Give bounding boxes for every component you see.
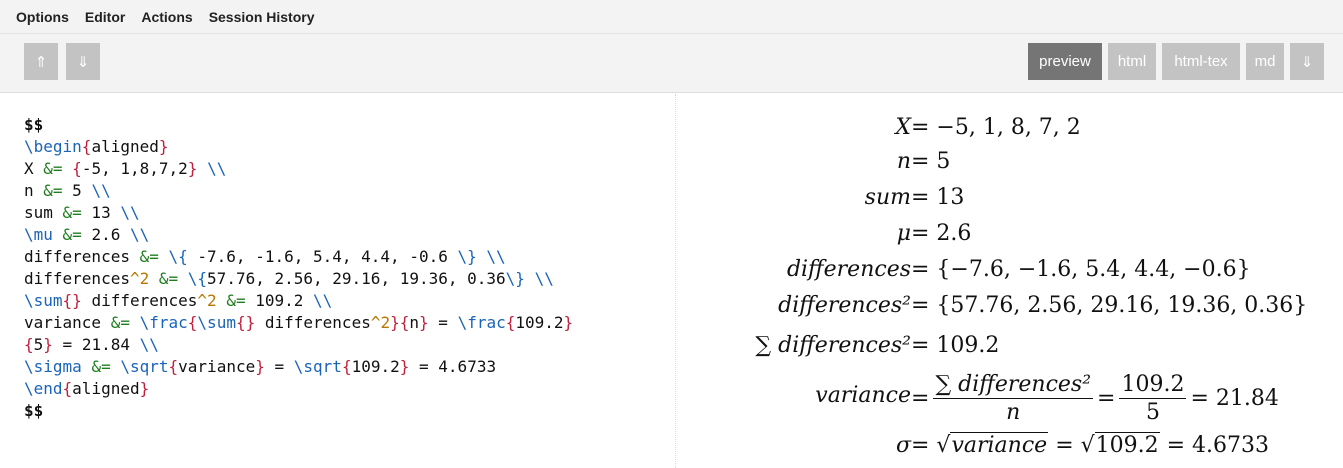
- editor-line: variance &= \frac{\sum{} differences^2}{…: [24, 313, 574, 332]
- equation-rhs: = 5: [911, 149, 951, 174]
- equation-result: = 21.84: [1190, 385, 1279, 411]
- double-arrow-up-icon: ⇑: [34, 53, 48, 71]
- equation-row-variance: variance = ∑ differences² n = 109.2 5 = …: [680, 368, 1343, 428]
- double-arrow-down-icon: ⇓: [1300, 53, 1314, 71]
- tab-md[interactable]: md: [1246, 43, 1284, 80]
- equation-result: = 4.6733: [1166, 433, 1270, 458]
- equation-rhs: = −5, 1, 8, 7, 2: [911, 115, 1081, 140]
- equation-rhs: = ∑ differences² n = 109.2 5 = 21.84: [911, 368, 1279, 428]
- equation-rhs: = {−7.6, −1.6, 5.4, 4.4, −0.6}: [911, 257, 1251, 282]
- sqrt-radicand: variance: [950, 432, 1049, 458]
- editor-line: $$: [24, 401, 44, 420]
- double-arrow-down-icon: ⇓: [76, 53, 90, 71]
- tab-html[interactable]: html: [1108, 43, 1156, 80]
- move-down-button[interactable]: ⇓: [66, 43, 100, 80]
- fraction: ∑ differences² n: [933, 371, 1094, 425]
- editor-line: differences &= \{ -7.6, -1.6, 5.4, 4.4, …: [24, 247, 506, 266]
- download-button[interactable]: ⇓: [1290, 43, 1324, 80]
- equals-sign: =: [1097, 385, 1116, 411]
- equation-lhs: X: [895, 115, 911, 140]
- equation-rhs: = 2.6: [911, 221, 972, 246]
- equation-rhs: = 109.2: [911, 333, 1000, 358]
- menu-editor[interactable]: Editor: [85, 9, 125, 25]
- equation-rhs: = {57.76, 2.56, 29.16, 19.36, 0.36}: [911, 293, 1308, 318]
- equation-lhs: ∑ differences²: [755, 333, 911, 358]
- editor-line: sum &= 13 \\: [24, 203, 140, 222]
- equation-lhs: σ: [895, 433, 911, 458]
- latex-editor[interactable]: $$ \begin{aligned} X &= {-5, 1,8,7,2} \\ n …: [0, 94, 672, 468]
- editor-line: \end{aligned}: [24, 379, 150, 398]
- fraction-numerator: ∑ differences²: [933, 371, 1094, 399]
- fraction: 109.2 5: [1119, 371, 1187, 425]
- move-up-button[interactable]: ⇑: [24, 43, 58, 80]
- equation-row: ∑ differences² = 109.2: [680, 328, 1343, 362]
- equation-lhs: variance: [815, 383, 911, 408]
- menu-bar: Options Editor Actions Session History: [0, 0, 1343, 34]
- equation-row: μ = 2.6: [680, 216, 1343, 250]
- equation-row-sigma: σ = √variance = √109.2 = 4.6733: [680, 428, 1343, 462]
- toolbar: ⇑ ⇓ preview html html-tex md ⇓: [0, 34, 1343, 93]
- editor-line: differences^2 &= \{57.76, 2.56, 29.16, 1…: [24, 269, 554, 288]
- tab-preview[interactable]: preview: [1028, 43, 1102, 80]
- equation-lhs: n: [896, 149, 911, 174]
- tab-html-tex[interactable]: html-tex: [1162, 43, 1240, 80]
- editor-line: n &= 5 \\: [24, 181, 111, 200]
- fraction-denominator: 5: [1145, 399, 1160, 425]
- equation-row: differences² = {57.76, 2.56, 29.16, 19.3…: [680, 288, 1343, 322]
- equation-lhs: sum: [864, 185, 911, 210]
- equation-rhs: = √variance = √109.2 = 4.6733: [911, 432, 1270, 458]
- equation-lhs: differences²: [778, 293, 911, 318]
- menu-options[interactable]: Options: [16, 9, 69, 25]
- equation-row: X = −5, 1, 8, 7, 2: [680, 110, 1343, 144]
- equals-sign: =: [911, 385, 930, 411]
- equation-rhs: = 13: [911, 185, 965, 210]
- equation-row: n = 5: [680, 144, 1343, 178]
- editor-line: \begin{aligned}: [24, 137, 169, 156]
- equation-row: differences = {−7.6, −1.6, 5.4, 4.4, −0.…: [680, 252, 1343, 286]
- equation-lhs: differences: [786, 257, 911, 282]
- menu-actions[interactable]: Actions: [141, 9, 192, 25]
- equals-sign: =: [1055, 433, 1074, 458]
- editor-line: \sigma &= \sqrt{variance} = \sqrt{109.2}…: [24, 357, 497, 376]
- editor-line: \sum{} differences^2 &= 109.2 \\: [24, 291, 333, 310]
- fraction-numerator: 109.2: [1119, 371, 1187, 399]
- equation-row: sum = 13: [680, 180, 1343, 214]
- equation-lhs: μ: [896, 221, 911, 246]
- sqrt-radicand: 109.2: [1094, 432, 1160, 458]
- pane-divider: [675, 94, 676, 468]
- menu-session-history[interactable]: Session History: [209, 9, 315, 25]
- equals-sign: =: [911, 433, 930, 458]
- editor-line: $$: [24, 115, 44, 134]
- editor-line: X &= {-5, 1,8,7,2} \\: [24, 159, 227, 178]
- fraction-denominator: n: [1006, 399, 1021, 425]
- editor-line: \mu &= 2.6 \\: [24, 225, 150, 244]
- editor-line: {5} = 21.84 \\: [24, 335, 159, 354]
- math-preview: X = −5, 1, 8, 7, 2 n = 5 sum = 13 μ = 2.…: [680, 94, 1343, 468]
